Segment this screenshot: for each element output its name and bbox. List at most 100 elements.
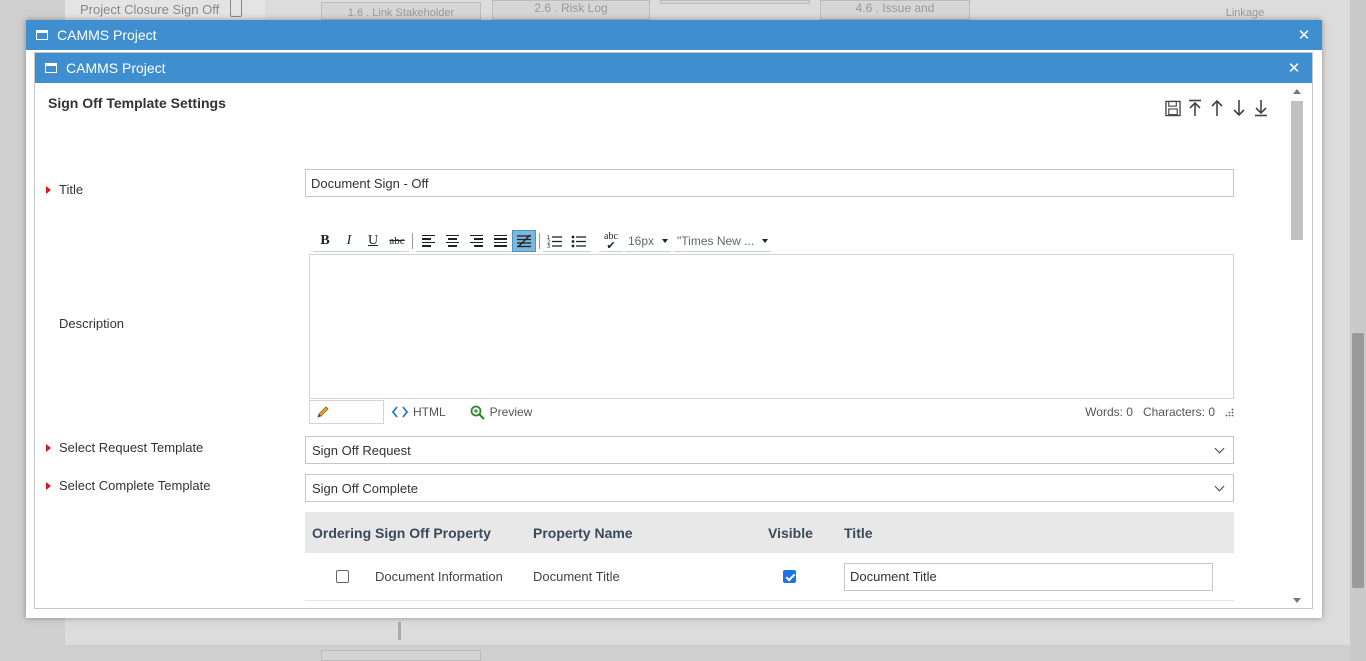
- form-toolbar: [1165, 99, 1269, 117]
- move-top-icon[interactable]: [1187, 99, 1203, 117]
- ordering-cell: [305, 570, 375, 583]
- outer-close-icon[interactable]: ✕: [1296, 26, 1312, 44]
- inner-modal-window: CAMMS Project ✕ Sign Off Template Settin…: [34, 52, 1313, 609]
- request-template-select[interactable]: Sign Off Request: [305, 436, 1234, 464]
- align-left-button[interactable]: [416, 230, 440, 252]
- align-left-icon: [421, 234, 435, 247]
- background-tile-empty: [660, 0, 810, 4]
- request-template-label: Select Request Template: [46, 440, 203, 455]
- editor-stats: Words: 0 Characters: 0: [1085, 405, 1234, 419]
- word-count: Words: 0: [1085, 405, 1133, 419]
- background-tile: 4.6 . Issue and: [820, 0, 970, 20]
- move-bottom-icon[interactable]: [1253, 99, 1269, 117]
- align-right-button[interactable]: [464, 230, 488, 252]
- bullet-list-button[interactable]: [567, 230, 591, 252]
- background-tile-bottom: [321, 650, 481, 661]
- toolbar-separator: [412, 233, 413, 249]
- table-header: Ordering Sign Off Property Property Name…: [305, 512, 1234, 553]
- justify-button[interactable]: [488, 230, 512, 252]
- complete-template-select[interactable]: Sign Off Complete: [305, 474, 1234, 502]
- description-editor[interactable]: [309, 254, 1234, 399]
- required-marker-icon: [46, 481, 51, 490]
- page-scrollbar-thumb[interactable]: [1352, 333, 1364, 588]
- bold-button[interactable]: B: [313, 230, 337, 252]
- italic-button[interactable]: I: [337, 230, 361, 252]
- background-tile: 2.6 . Risk Log: [492, 0, 650, 20]
- sign-off-property-cell: Document Information: [375, 569, 503, 584]
- move-down-icon[interactable]: [1231, 99, 1247, 117]
- html-mode-button[interactable]: HTML: [392, 405, 446, 419]
- remove-alignment-icon: [517, 234, 531, 248]
- trash-icon: [230, 0, 242, 17]
- bullet-list-icon: [571, 235, 586, 247]
- column-header-ordering: Ordering: [312, 524, 372, 541]
- font-size-value: 16px: [628, 233, 655, 248]
- window-icon: [36, 30, 48, 40]
- column-header-sign-off-property: Sign Off Property: [375, 524, 491, 541]
- form-scrollbar-thumb[interactable]: [1291, 101, 1303, 240]
- pencil-icon: [317, 406, 329, 418]
- code-icon: [392, 406, 408, 418]
- ordered-list-button[interactable]: 123: [543, 230, 567, 252]
- chevron-down-icon: [1214, 443, 1225, 453]
- outer-modal-window: CAMMS Project ✕ CAMMS Project ✕ Sign Off…: [26, 20, 1322, 618]
- chevron-down-icon: [1214, 481, 1225, 491]
- complete-template-value: Sign Off Complete: [312, 480, 418, 496]
- required-marker-icon: [46, 443, 51, 452]
- font-name-value: "Times New ...: [677, 233, 755, 248]
- window-icon: [45, 63, 57, 73]
- visible-cell: [768, 570, 844, 583]
- underline-button[interactable]: U: [361, 230, 385, 252]
- title-cell: Document Title: [844, 562, 1234, 591]
- scroll-down-icon[interactable]: [1293, 598, 1301, 603]
- scroll-up-icon[interactable]: [1293, 89, 1301, 94]
- editor-footer: HTML Preview Words: 0 Characters: 0: [309, 400, 1234, 424]
- preview-mode-button[interactable]: Preview: [470, 405, 532, 420]
- design-mode-button[interactable]: [309, 400, 384, 424]
- inner-titlebar[interactable]: CAMMS Project ✕: [35, 53, 1312, 83]
- move-up-icon[interactable]: [1209, 99, 1225, 117]
- ordered-list-icon: 123: [547, 235, 562, 248]
- svg-text:3: 3: [547, 244, 550, 248]
- sign-off-properties-table: Ordering Sign Off Property Property Name…: [305, 512, 1234, 601]
- align-center-button[interactable]: [440, 230, 464, 252]
- property-name-cell: Document Title: [533, 569, 620, 584]
- column-header-title: Title: [844, 524, 873, 541]
- align-center-icon: [445, 234, 459, 247]
- title-input[interactable]: Document Sign - Off: [305, 169, 1234, 197]
- justify-icon: [493, 234, 507, 247]
- font-name-select[interactable]: "Times New ...: [674, 230, 772, 252]
- page-title: Sign Off Template Settings: [48, 95, 226, 111]
- title-label: Title: [46, 182, 83, 197]
- visible-checkbox[interactable]: [783, 570, 796, 583]
- complete-template-label: Select Complete Template: [46, 478, 211, 493]
- font-size-select[interactable]: 16px: [625, 230, 672, 252]
- strikethrough-button[interactable]: abc: [385, 230, 409, 252]
- save-icon[interactable]: [1165, 99, 1181, 117]
- inner-close-icon[interactable]: ✕: [1286, 59, 1302, 77]
- remove-alignment-button[interactable]: [512, 230, 536, 252]
- background-tile: Linkage: [1140, 8, 1350, 20]
- form-scrollbar[interactable]: [1290, 87, 1304, 605]
- magnifier-icon: [470, 405, 485, 420]
- background-tile: 1.6 . Link Stakeholder: [321, 2, 481, 20]
- form-content: Sign Off Template Settings Title Documen…: [35, 83, 1290, 608]
- ordering-checkbox[interactable]: [336, 570, 349, 583]
- spellcheck-check-icon: ✔: [606, 238, 616, 252]
- request-template-value: Sign Off Request: [312, 442, 411, 458]
- chevron-down-icon: [762, 238, 769, 243]
- character-count: Characters: 0: [1142, 405, 1215, 419]
- toolbar-separator: [539, 233, 540, 249]
- resize-handle-icon[interactable]: [1225, 408, 1234, 417]
- column-header-property-name: Property Name: [533, 524, 633, 541]
- column-header-visible: Visible: [768, 524, 813, 541]
- description-label: Description: [59, 316, 125, 331]
- row-title-input[interactable]: Document Title: [844, 562, 1213, 591]
- chevron-down-icon: [662, 238, 669, 243]
- outer-titlebar[interactable]: CAMMS Project ✕: [26, 20, 1322, 50]
- required-marker-icon: [46, 185, 51, 194]
- spellcheck-button[interactable]: abc ✔: [599, 230, 623, 252]
- inner-window-title: CAMMS Project: [66, 60, 166, 76]
- editor-toolbar: B I U abc 1 2 3 abc ✔ 16px "Times New ..…: [313, 229, 772, 253]
- align-right-icon: [469, 234, 483, 247]
